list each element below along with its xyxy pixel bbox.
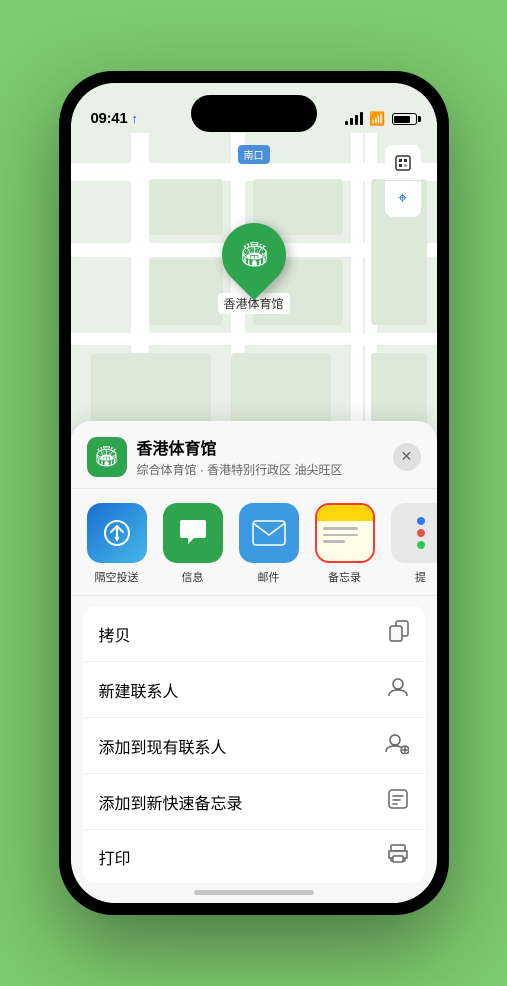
action-add-contact[interactable]: 添加到现有联系人 [83, 718, 425, 774]
signal-icon [345, 113, 363, 125]
mail-icon [239, 503, 299, 563]
map-type-button[interactable] [385, 145, 421, 181]
action-quick-note[interactable]: 添加到新快速备忘录 [83, 774, 425, 830]
dynamic-island [191, 95, 317, 132]
print-icon [387, 844, 409, 869]
new-contact-icon [387, 676, 409, 703]
print-label: 打印 [99, 845, 131, 869]
map-label: 南口 [238, 145, 270, 164]
bottom-sheet: 🏟 香港体育馆 综合体育馆 · 香港特别行政区 油尖旺区 ✕ [71, 421, 437, 903]
share-messages[interactable]: 信息 [163, 503, 223, 585]
new-contact-label: 新建联系人 [99, 678, 179, 702]
add-contact-label: 添加到现有联系人 [99, 734, 227, 758]
airdrop-icon [87, 503, 147, 563]
quick-note-label: 添加到新快速备忘录 [99, 790, 243, 814]
home-indicator [194, 890, 314, 895]
messages-label: 信息 [182, 569, 204, 585]
action-list: 拷贝 新建联系人 [83, 606, 425, 883]
share-more[interactable]: 提 [391, 503, 437, 585]
copy-icon [389, 620, 409, 647]
mail-label: 邮件 [258, 569, 280, 585]
place-header: 🏟 香港体育馆 综合体育馆 · 香港特别行政区 油尖旺区 ✕ [71, 421, 437, 489]
notes-label: 备忘录 [328, 569, 361, 585]
share-airdrop[interactable]: 隔空投送 [87, 503, 147, 585]
status-icons: 📶 [345, 111, 416, 127]
share-mail[interactable]: 邮件 [239, 503, 299, 585]
wifi-icon: 📶 [369, 111, 385, 127]
share-notes[interactable]: 备忘录 [315, 503, 375, 585]
add-contact-icon [385, 732, 409, 759]
more-label: 提 [415, 569, 426, 585]
messages-icon [163, 503, 223, 563]
copy-label: 拷贝 [99, 622, 131, 646]
place-logo: 🏟 [87, 437, 127, 477]
location-pin: 🏟 香港体育馆 [217, 223, 289, 314]
place-info: 香港体育馆 综合体育馆 · 香港特别行政区 油尖旺区 [137, 435, 393, 478]
status-time: 09:41 [91, 110, 128, 127]
battery-icon [392, 113, 417, 125]
place-name: 香港体育馆 [137, 435, 393, 459]
location-arrow-icon: ↑ [131, 111, 138, 126]
location-button[interactable]: ⌖ [385, 181, 421, 217]
airdrop-label: 隔空投送 [95, 569, 139, 585]
place-description: 综合体育馆 · 香港特别行政区 油尖旺区 [137, 461, 393, 478]
action-print[interactable]: 打印 [83, 830, 425, 883]
close-button[interactable]: ✕ [393, 443, 421, 471]
action-copy[interactable]: 拷贝 [83, 606, 425, 662]
place-logo-icon: 🏟 [94, 444, 119, 469]
quick-note-icon [387, 788, 409, 815]
share-row: 隔空投送 信息 [71, 489, 437, 596]
phone-screen: 09:41 ↑ 📶 [71, 83, 437, 903]
action-new-contact[interactable]: 新建联系人 [83, 662, 425, 718]
phone-frame: 09:41 ↑ 📶 [59, 71, 449, 915]
pin-circle: 🏟 [208, 210, 299, 301]
map-controls: ⌖ [385, 145, 421, 217]
